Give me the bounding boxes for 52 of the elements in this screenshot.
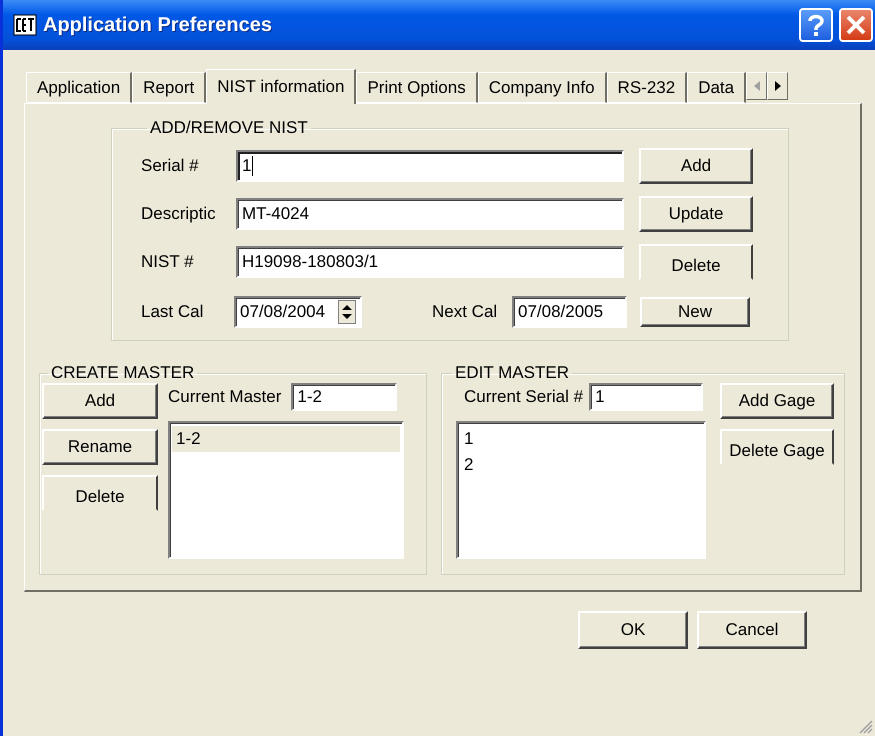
field-label: Serial # [141,156,200,176]
list-item[interactable]: 2 [460,452,702,478]
tab[interactable]: Company Info [478,72,607,103]
date-field[interactable]: 07/08/2005 [512,296,627,328]
spinner-arrows-icon[interactable] [338,300,356,324]
button[interactable]: Add [42,383,158,419]
tab[interactable]: Application [26,72,132,103]
text-field[interactable]: 1 [236,150,624,182]
button[interactable]: Delete [639,244,753,280]
list-box[interactable]: 1-2 [168,421,404,559]
resize-grip-icon[interactable] [859,720,873,734]
field-label: Last Cal [141,302,204,322]
list-box[interactable]: 1 2 [456,421,706,559]
button[interactable]: Update [639,196,753,232]
field-label: Current Serial # [464,387,584,407]
tab[interactable]: NIST information [206,69,356,104]
text-field[interactable]: 1 [589,383,704,411]
button[interactable]: Add Gage [720,383,834,419]
field-label: NIST # [141,252,195,272]
button[interactable]: Add [639,148,753,184]
field-label: Next Cal [432,302,498,322]
question-mark-icon [806,13,826,37]
app-logo-icon [13,13,37,37]
left-arrow-icon [754,81,760,91]
right-arrow-icon [774,81,781,91]
field-label: Current Master [168,387,282,407]
date-field[interactable]: 07/08/2004 [234,296,362,328]
button[interactable]: Delete Gage [720,429,834,465]
button[interactable]: Delete [42,475,158,511]
group-title: ADD/REMOVE NIST [149,118,309,138]
scroll-left-button[interactable] [746,72,768,100]
button[interactable]: Rename [42,429,158,465]
text-field[interactable]: 1-2 [291,383,398,411]
close-icon [845,14,867,36]
text-field[interactable]: MT-4024 [236,198,624,230]
help-button[interactable] [799,8,833,42]
tab[interactable]: Data [687,72,746,103]
field-label: Descriptic [141,204,217,224]
group-title: EDIT MASTER [454,363,570,383]
close-button[interactable] [839,8,873,42]
window-title: Application Preferences [43,14,273,36]
list-item[interactable]: 1 [460,426,702,452]
text-field[interactable]: H19098-180803/1 [236,246,624,278]
button[interactable]: OK [578,611,688,649]
list-item[interactable]: 1-2 [172,426,400,452]
button[interactable]: Cancel [697,611,807,649]
scroll-right-button[interactable] [767,72,788,100]
tab[interactable]: RS-232 [606,72,688,103]
group-title: CREATE MASTER [50,363,196,383]
button[interactable]: New [640,297,750,327]
tab[interactable]: Print Options [356,72,478,103]
tab[interactable]: Report [132,72,206,103]
